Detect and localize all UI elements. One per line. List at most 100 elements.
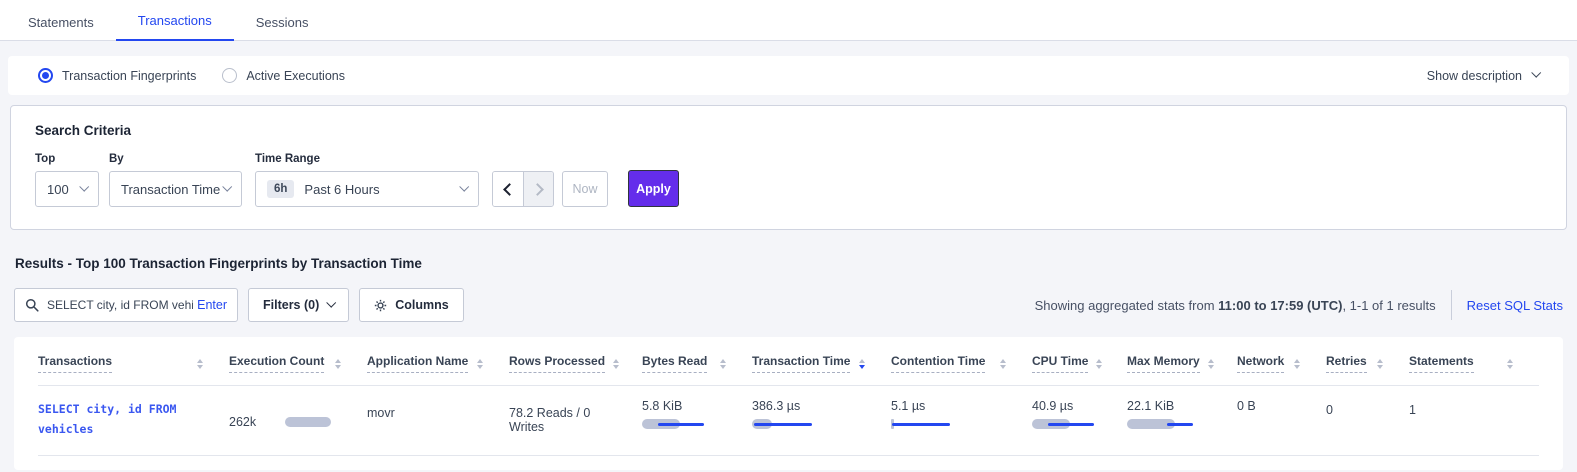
enter-hint: Enter bbox=[197, 298, 227, 312]
search-icon bbox=[25, 298, 39, 312]
cpu-time-bar bbox=[1032, 419, 1094, 429]
columns-label: Columns bbox=[395, 298, 448, 312]
table-row: SELECT city, id FROM vehicles 262k movr … bbox=[38, 386, 1539, 456]
execution-count-cell: 262k bbox=[229, 386, 367, 455]
search-box[interactable]: Enter bbox=[14, 288, 238, 322]
by-select[interactable]: Transaction Time bbox=[109, 171, 242, 207]
column-header-transactions[interactable]: Transactions bbox=[38, 337, 229, 385]
next-time-button[interactable] bbox=[523, 172, 553, 206]
sort-icon bbox=[197, 359, 203, 369]
column-header-cpu-time[interactable]: CPU Time bbox=[1032, 337, 1127, 385]
gear-icon bbox=[374, 299, 387, 312]
bytes-read-cell: 5.8 KiB bbox=[642, 386, 752, 455]
contention-time-cell: 5.1 µs bbox=[891, 386, 1032, 455]
radio-label: Active Executions bbox=[246, 69, 345, 83]
results-heading: Results - Top 100 Transaction Fingerprin… bbox=[15, 256, 1577, 271]
table-header-row: Transactions Execution Count Application… bbox=[38, 337, 1539, 386]
apply-button[interactable]: Apply bbox=[628, 170, 679, 207]
show-description-toggle[interactable]: Show description bbox=[1427, 69, 1539, 83]
time-range-value: Past 6 Hours bbox=[304, 182, 379, 197]
column-header-application-name[interactable]: Application Name bbox=[367, 337, 509, 385]
column-header-retries[interactable]: Retries bbox=[1326, 337, 1409, 385]
top-select[interactable]: 100 bbox=[35, 171, 99, 207]
rows-processed-cell: 78.2 Reads / 0 Writes bbox=[509, 386, 642, 455]
sort-icon bbox=[477, 359, 483, 369]
search-criteria-title: Search Criteria bbox=[35, 123, 1542, 138]
aggregated-stats-text: Showing aggregated stats from 11:00 to 1… bbox=[1035, 298, 1436, 313]
tab-statements[interactable]: Statements bbox=[6, 3, 116, 41]
now-button[interactable]: Now bbox=[562, 171, 608, 207]
time-range-badge: 6h bbox=[267, 180, 294, 198]
tab-transactions[interactable]: Transactions bbox=[116, 1, 234, 41]
execution-count-bar bbox=[285, 417, 331, 427]
chevron-down-icon bbox=[1531, 68, 1541, 78]
tab-bar: Statements Transactions Sessions bbox=[0, 0, 1577, 41]
sort-icon-active bbox=[859, 359, 865, 369]
by-value: Transaction Time bbox=[121, 182, 220, 197]
time-range-label: Time Range bbox=[255, 153, 479, 165]
radio-label: Transaction Fingerprints bbox=[62, 69, 196, 83]
top-value: 100 bbox=[47, 182, 69, 197]
by-field: By Transaction Time bbox=[109, 153, 242, 207]
stats-time-range: 11:00 to 17:59 (UTC) bbox=[1218, 298, 1342, 313]
transaction-fingerprint-link[interactable]: SELECT city, id FROM vehicles bbox=[38, 399, 213, 439]
transaction-cell: SELECT city, id FROM vehicles bbox=[38, 386, 229, 455]
time-nav-group bbox=[492, 171, 554, 207]
divider bbox=[1451, 290, 1452, 320]
sort-icon bbox=[1507, 359, 1513, 369]
show-description-label: Show description bbox=[1427, 69, 1522, 83]
previous-time-button[interactable] bbox=[493, 172, 523, 206]
column-header-network[interactable]: Network bbox=[1237, 337, 1326, 385]
chevron-left-icon bbox=[503, 183, 516, 196]
chevron-down-icon bbox=[222, 182, 232, 192]
columns-button[interactable]: Columns bbox=[359, 288, 463, 322]
sort-icon bbox=[1000, 359, 1006, 369]
by-label: By bbox=[109, 153, 242, 165]
chevron-down-icon bbox=[459, 182, 469, 192]
cpu-time-cell: 40.9 µs bbox=[1032, 386, 1127, 455]
bytes-read-bar bbox=[642, 419, 704, 429]
sort-icon bbox=[1096, 359, 1102, 369]
top-label: Top bbox=[35, 153, 99, 165]
transaction-time-cell: 386.3 µs bbox=[752, 386, 891, 455]
application-name-cell: movr bbox=[367, 386, 509, 455]
time-range-field: Time Range 6h Past 6 Hours bbox=[255, 153, 479, 207]
sort-icon bbox=[335, 359, 341, 369]
transactions-page: Statements Transactions Sessions Transac… bbox=[0, 0, 1577, 472]
search-criteria-panel: Search Criteria Top 100 By Transaction T… bbox=[10, 105, 1567, 230]
top-field: Top 100 bbox=[35, 153, 99, 207]
chevron-right-icon bbox=[531, 183, 544, 196]
column-header-execution-count[interactable]: Execution Count bbox=[229, 337, 367, 385]
radio-active-executions[interactable]: Active Executions bbox=[222, 68, 345, 83]
search-input[interactable] bbox=[47, 298, 193, 312]
view-toggle-bar: Transaction Fingerprints Active Executio… bbox=[8, 56, 1569, 95]
time-range-select[interactable]: 6h Past 6 Hours bbox=[255, 171, 479, 207]
results-toolbar: Enter Filters (0) Columns Showing aggreg… bbox=[14, 288, 1563, 322]
column-header-rows-processed[interactable]: Rows Processed bbox=[509, 337, 642, 385]
column-header-statements[interactable]: Statements bbox=[1409, 337, 1539, 385]
transactions-table: Transactions Execution Count Application… bbox=[14, 337, 1563, 470]
radio-transaction-fingerprints[interactable]: Transaction Fingerprints bbox=[38, 68, 196, 83]
contention-time-bar bbox=[891, 419, 953, 429]
sort-icon bbox=[1294, 359, 1300, 369]
radio-unselected-icon bbox=[222, 68, 237, 83]
column-header-max-memory[interactable]: Max Memory bbox=[1127, 337, 1237, 385]
column-header-contention-time[interactable]: Contention Time bbox=[891, 337, 1032, 385]
column-header-bytes-read[interactable]: Bytes Read bbox=[642, 337, 752, 385]
transaction-time-bar bbox=[752, 419, 814, 429]
max-memory-cell: 22.1 KiB bbox=[1127, 386, 1237, 455]
sort-icon bbox=[613, 359, 619, 369]
sort-icon bbox=[1208, 359, 1214, 369]
reset-sql-stats-link[interactable]: Reset SQL Stats bbox=[1467, 298, 1563, 313]
filters-button[interactable]: Filters (0) bbox=[248, 288, 349, 322]
tab-sessions[interactable]: Sessions bbox=[234, 3, 331, 41]
retries-cell: 0 bbox=[1326, 386, 1409, 455]
column-header-transaction-time[interactable]: Transaction Time bbox=[752, 337, 891, 385]
sort-icon bbox=[720, 359, 726, 369]
network-cell: 0 B bbox=[1237, 386, 1326, 455]
sort-icon bbox=[1377, 359, 1383, 369]
max-memory-bar bbox=[1127, 419, 1189, 429]
statements-cell: 1 bbox=[1409, 386, 1539, 455]
radio-selected-icon bbox=[38, 68, 53, 83]
chevron-down-icon bbox=[79, 182, 89, 192]
